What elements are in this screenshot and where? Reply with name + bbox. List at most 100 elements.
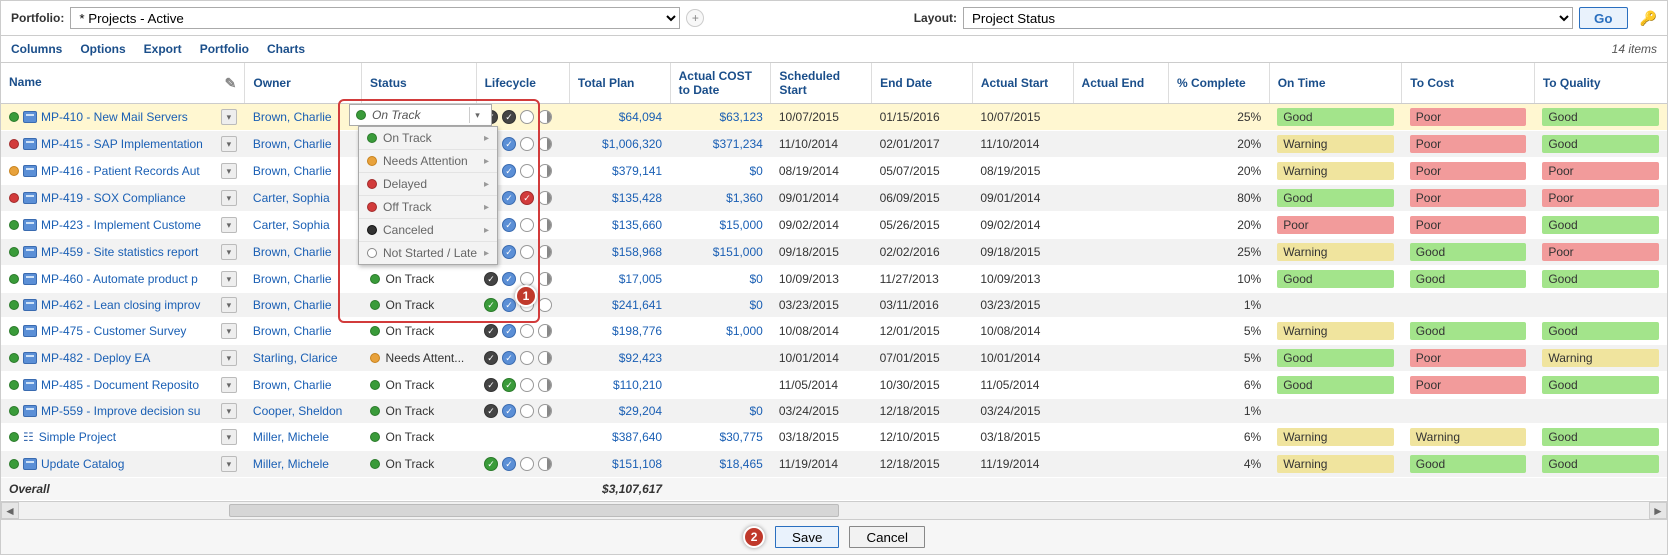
status-dropdown-popup[interactable]: On Track ▸ Needs Attention ▸ Delayed ▸ O… [358,126,498,265]
status-option[interactable]: Needs Attention ▸ [359,150,497,173]
project-link[interactable]: MP-482 - Deploy EA [41,351,150,365]
scroll-left-arrow[interactable]: ◄ [1,502,19,519]
owner-cell[interactable]: Starling, Clarice [245,345,362,372]
status-option[interactable]: Canceled ▸ [359,219,497,242]
project-link[interactable]: Update Catalog [41,457,124,471]
owner-cell[interactable]: Brown, Charlie [245,372,362,399]
lifecycle-cell[interactable]: ✓✓ [484,110,561,124]
owner-cell[interactable]: Brown, Charlie [245,293,362,318]
owner-cell[interactable]: Miller, Michele [245,424,362,451]
menu-portfolio[interactable]: Portfolio [200,42,249,56]
col-lifecycle[interactable]: Lifecycle [476,63,569,104]
table-row[interactable]: MP-482 - Deploy EA ▾ Starling, Clarice N… [1,345,1667,372]
table-row[interactable]: MP-460 - Automate product p ▾ Brown, Cha… [1,266,1667,293]
project-link[interactable]: MP-485 - Document Reposito [41,378,199,392]
lifecycle-cell[interactable]: ✓✓ [484,457,561,471]
lifecycle-cell[interactable]: ✓✓ [484,272,561,286]
lifecycle-cell[interactable]: ✓✓ [484,404,561,418]
menu-charts[interactable]: Charts [267,42,305,56]
col-actualstart[interactable]: Actual Start [972,63,1073,104]
project-link[interactable]: MP-460 - Automate product p [41,272,198,286]
lifecycle-cell[interactable]: ✓✓ [484,324,561,338]
project-link[interactable]: MP-410 - New Mail Servers [41,110,188,124]
layout-select[interactable]: Project Status [963,7,1573,29]
status-editor[interactable]: On Track ▾ [349,104,492,126]
row-menu-dropdown-icon[interactable]: ▾ [221,323,237,339]
status-cell[interactable]: Needs Attent... [370,351,469,365]
key-icon[interactable]: 🔑 [1640,10,1657,27]
menu-options[interactable]: Options [80,42,125,56]
project-link[interactable]: MP-559 - Improve decision su [41,404,200,418]
lifecycle-cell[interactable]: ✓✓ [484,378,561,392]
row-menu-dropdown-icon[interactable]: ▾ [221,136,237,152]
status-cell[interactable]: On Track [370,378,469,392]
horizontal-scrollbar[interactable]: ◄ ► [1,501,1667,519]
col-actualend[interactable]: Actual End [1073,63,1168,104]
menu-columns[interactable]: Columns [11,42,62,56]
row-menu-dropdown-icon[interactable]: ▾ [221,403,237,419]
table-row[interactable]: MP-559 - Improve decision su ▾ Cooper, S… [1,399,1667,424]
lifecycle-cell[interactable]: ✓✓ [484,298,561,312]
cancel-button[interactable]: Cancel [849,526,925,548]
table-row[interactable]: MP-419 - SOX Compliance ▾ Carter, Sophia… [1,185,1667,212]
project-link[interactable]: MP-416 - Patient Records Aut [41,164,200,178]
table-row[interactable]: ☷ Simple Project ▾ Miller, Michele On Tr… [1,424,1667,451]
table-row[interactable]: MP-475 - Customer Survey ▾ Brown, Charli… [1,318,1667,345]
owner-cell[interactable]: Carter, Sophia [245,212,362,239]
owner-cell[interactable]: Brown, Charlie [245,131,362,158]
status-cell[interactable]: On Track [370,324,469,338]
save-button[interactable]: Save [775,526,839,548]
status-option[interactable]: Off Track ▸ [359,196,497,219]
status-cell[interactable]: On Track [370,298,469,312]
status-option[interactable]: Delayed ▸ [359,173,497,196]
table-row[interactable]: MP-459 - Site statistics report ▾ Brown,… [1,239,1667,266]
row-menu-dropdown-icon[interactable]: ▾ [221,217,237,233]
row-menu-dropdown-icon[interactable]: ▾ [221,297,237,313]
row-menu-dropdown-icon[interactable]: ▾ [221,377,237,393]
status-cell[interactable]: On Track [370,404,469,418]
col-actualcost[interactable]: Actual COST to Date [670,63,771,104]
col-pctcomplete[interactable]: % Complete [1168,63,1269,104]
col-tocost[interactable]: To Cost [1402,63,1535,104]
project-link[interactable]: MP-462 - Lean closing improv [41,298,200,312]
row-menu-dropdown-icon[interactable]: ▾ [221,350,237,366]
project-link[interactable]: MP-459 - Site statistics report [41,245,198,259]
owner-cell[interactable]: Cooper, Sheldon [245,399,362,424]
status-option[interactable]: On Track ▸ [359,127,497,150]
portfolio-select[interactable]: * Projects - Active [70,7,680,29]
go-button[interactable]: Go [1579,7,1628,29]
add-portfolio-button[interactable]: + [686,9,704,27]
col-owner[interactable]: Owner [245,63,362,104]
table-row[interactable]: MP-415 - SAP Implementation ▾ Brown, Cha… [1,131,1667,158]
row-menu-dropdown-icon[interactable]: ▾ [221,163,237,179]
gear-icon[interactable]: ✎ [225,75,237,92]
project-link[interactable]: MP-475 - Customer Survey [41,324,186,338]
owner-cell[interactable]: Brown, Charlie [245,318,362,345]
scroll-right-arrow[interactable]: ► [1649,502,1667,519]
lifecycle-cell[interactable]: ✓✓ [484,351,561,365]
status-cell[interactable]: On Track [370,272,469,286]
col-status[interactable]: Status [362,63,477,104]
menu-export[interactable]: Export [144,42,182,56]
owner-cell[interactable]: Brown, Charlie [245,158,362,185]
row-menu-dropdown-icon[interactable]: ▾ [221,429,237,445]
table-row[interactable]: MP-416 - Patient Records Aut ▾ Brown, Ch… [1,158,1667,185]
project-link[interactable]: MP-423 - Implement Custome [41,218,201,232]
row-menu-dropdown-icon[interactable]: ▾ [221,109,237,125]
table-row[interactable]: MP-485 - Document Reposito ▾ Brown, Char… [1,372,1667,399]
project-link[interactable]: Simple Project [39,430,116,444]
col-ontime[interactable]: On Time [1269,63,1402,104]
owner-cell[interactable]: Miller, Michele [245,451,362,478]
owner-cell[interactable]: Carter, Sophia [245,185,362,212]
owner-cell[interactable]: Brown, Charlie [245,266,362,293]
col-toquality[interactable]: To Quality [1534,63,1667,104]
status-cell[interactable]: On Track [370,457,469,471]
row-menu-dropdown-icon[interactable]: ▾ [221,271,237,287]
row-menu-dropdown-icon[interactable]: ▾ [221,456,237,472]
table-row[interactable]: MP-410 - New Mail Servers ▾ Brown, Charl… [1,104,1667,131]
col-schedstart[interactable]: Scheduled Start [771,63,872,104]
scroll-thumb[interactable] [229,504,839,517]
row-menu-dropdown-icon[interactable]: ▾ [221,190,237,206]
status-option[interactable]: Not Started / Late ▸ [359,242,497,264]
table-row[interactable]: Update Catalog ▾ Miller, Michele On Trac… [1,451,1667,478]
